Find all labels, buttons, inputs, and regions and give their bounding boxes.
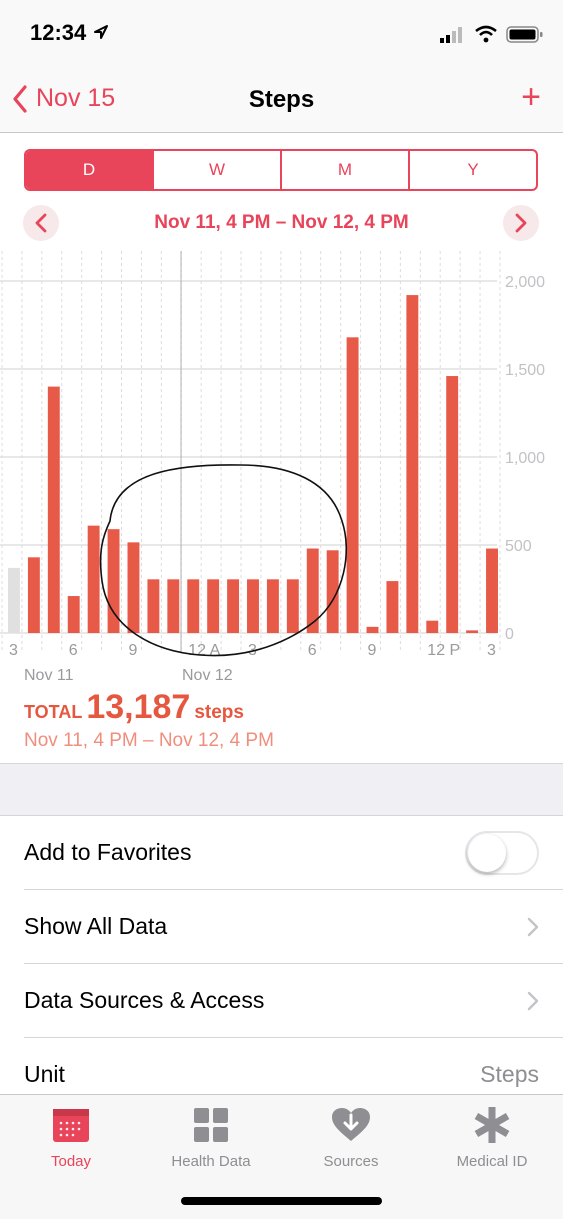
x-tick-label: 9 [368,642,377,659]
options-list: Add to Favorites Show All Data Data Sour… [0,815,563,1096]
tab-medical-id-label: Medical ID [456,1153,528,1170]
date-label: Nov 12 [182,667,233,681]
x-tick-label: 12 A [188,642,220,659]
steps-detail-panel: D W M Y Nov 11, 4 PM – Nov 12, 4 PM 2,00… [0,133,563,764]
unit-label: Unit [24,1061,65,1087]
grid-icon [194,1108,228,1142]
heart-download-icon [332,1108,370,1141]
y-tick-label: 2,000 [505,274,545,291]
y-tick-label: 0 [505,626,514,643]
show-all-data-label: Show All Data [24,913,168,939]
total-date-range: Nov 11, 4 PM – Nov 12, 4 PM [24,730,274,751]
chevron-right-icon [527,991,539,1010]
bar [147,579,160,633]
x-tick-label: 12 P [427,642,460,659]
bar [47,386,60,633]
y-tick-label: 1,000 [505,450,545,467]
total-unit: steps [194,702,244,723]
bar [286,579,299,633]
status-time: 12:34 [30,20,87,45]
add-data-button[interactable]: + [521,80,541,114]
steps-bar-chart: 2,0001,5001,00050003 6 9 12 A 3 6 9 12 P 3Nov 11… [0,251,545,681]
next-period-button[interactable] [503,205,539,241]
segment-day[interactable]: D [26,151,152,189]
total-value: 13,187 [86,688,191,726]
bar [247,579,259,633]
x-tick-label: 6 [308,642,317,659]
total-label: TOTAL [24,702,83,722]
y-tick-label: 1,500 [505,362,545,379]
date-range-label: Nov 11, 4 PM – Nov 12, 4 PM [154,212,409,233]
bar [266,579,279,633]
bar [207,579,220,633]
bar [167,579,180,633]
toggle-knob [468,833,506,872]
segment-month[interactable]: M [280,151,408,189]
tab-sources[interactable]: Sources [286,1105,416,1170]
data-sources-label: Data Sources & Access [24,987,265,1013]
x-tick-label: 3 [487,642,496,659]
chevron-right-icon [515,213,527,233]
asterisk-icon [474,1107,510,1143]
bar [227,579,240,633]
bar [187,579,200,633]
favorites-toggle[interactable] [465,830,539,875]
status-bar: 12:34 [0,0,563,70]
bar [27,557,40,633]
x-tick-label: 3 [9,642,18,659]
tab-sources-label: Sources [323,1153,379,1170]
unit-value: Steps [480,1061,539,1087]
bar [366,626,379,633]
tab-medical-id[interactable]: Medical ID [427,1105,557,1170]
page-title: Steps [248,86,315,113]
data-sources-row[interactable]: Data Sources & Access [24,964,563,1038]
location-arrow-icon [94,25,108,39]
add-to-favorites-label: Add to Favorites [24,839,192,865]
segment-week[interactable]: W [152,151,280,189]
show-all-data-row[interactable]: Show All Data [24,890,563,964]
navigation-bar: Nov 15 Steps + [0,70,563,133]
add-to-favorites-row: Add to Favorites [24,816,563,890]
bar [486,548,498,633]
x-tick-label: 6 [69,642,78,659]
bar [127,542,140,633]
bar [466,630,479,633]
bar [8,567,20,633]
bar [346,337,359,633]
x-tick-label: 9 [129,642,138,659]
chevron-right-icon [527,917,539,936]
tab-health-data[interactable]: Health Data [146,1105,276,1170]
wifi-icon [475,25,497,43]
battery-icon [506,26,543,43]
date-label: Nov 11 [24,667,74,681]
tab-health-data-label: Health Data [171,1153,251,1170]
bar [87,525,100,633]
bar [446,376,459,633]
y-tick-label: 500 [505,538,532,555]
home-indicator [181,1197,382,1205]
bar [426,620,439,633]
total-summary: TOTAL 13,187 steps [24,688,244,727]
cellular-signal-icon [440,27,462,43]
period-segmented-control: D W M Y [24,149,538,191]
bar [386,581,399,633]
bar [406,295,419,633]
bar [67,596,80,633]
segment-year[interactable]: Y [408,151,536,189]
tab-today-label: Today [50,1153,92,1170]
calendar-icon [53,1109,89,1142]
tab-today[interactable]: Today [6,1105,136,1170]
